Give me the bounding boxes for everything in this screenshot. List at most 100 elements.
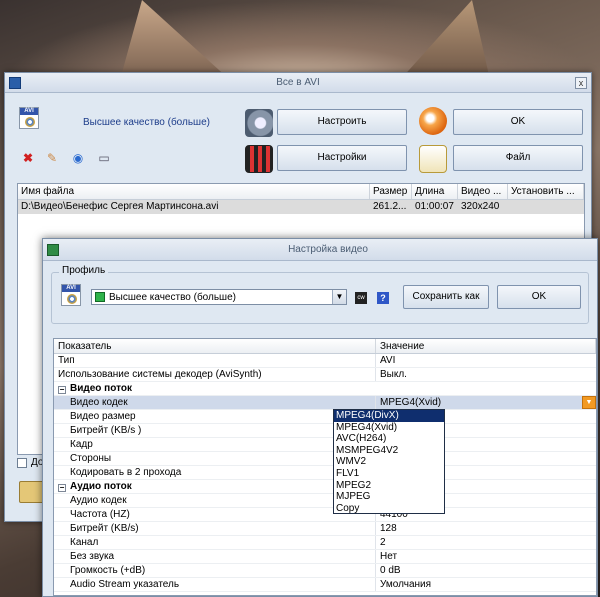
grid-row-key-text: Аудио кодек xyxy=(70,495,127,506)
add-file-icon[interactable] xyxy=(419,145,447,173)
bottom-checkbox[interactable] xyxy=(17,458,27,468)
grid-row-key-text: Видео размер xyxy=(70,411,136,422)
grid-row[interactable]: Громкость (+dB) 0 dB xyxy=(54,564,596,578)
grid-row-key: Audio Stream указатель xyxy=(54,578,376,591)
dialog-title: Настройка видео xyxy=(288,244,368,255)
grid-row[interactable]: Кадр xyxy=(54,438,596,452)
clear-icon[interactable]: ✎ xyxy=(45,151,59,165)
grid-row-value[interactable]: MPEG4(Xvid) xyxy=(376,396,596,409)
column-header-set[interactable]: Установить ... xyxy=(508,184,584,199)
grid-row-key: Громкость (+dB) xyxy=(54,564,376,577)
grid-row[interactable]: Канал 2 xyxy=(54,536,596,550)
main-titlebar[interactable]: Все в AVI x xyxy=(5,73,591,93)
delete-icon[interactable]: ✖ xyxy=(21,151,35,165)
file-row[interactable]: D:\Видео\Бенефис Сергея Мартинсона.avi 2… xyxy=(18,200,584,214)
file-set-cell xyxy=(508,200,584,214)
column-header-filename[interactable]: Имя файла xyxy=(18,184,370,199)
properties-grid[interactable]: Показатель Значение Тип AVI Использование … xyxy=(53,338,597,596)
column-header-length[interactable]: Длина xyxy=(412,184,458,199)
grid-row-value: 2 xyxy=(380,537,386,548)
file-name-cell: D:\Видео\Бенефис Сергея Мартинсона.avi xyxy=(21,201,219,212)
profile-select-value: Высшее качество (больше) xyxy=(109,291,236,303)
codec-dropdown-arrow-icon[interactable]: ▼ xyxy=(582,396,596,409)
grid-row-key-text: Частота (HZ) xyxy=(70,509,130,520)
column-header-video[interactable]: Видео ... xyxy=(458,184,508,199)
grid-row[interactable]: Видео кодек MPEG4(Xvid) ▼ xyxy=(54,396,596,410)
codec-option[interactable]: Copy xyxy=(334,503,444,515)
convert-play-icon[interactable] xyxy=(419,107,447,135)
help-icon[interactable]: ? xyxy=(377,292,389,304)
grid-row-key-text: Без звука xyxy=(70,551,115,562)
grid-row[interactable]: Битрейт (KB/s ) xyxy=(54,424,596,438)
grid-row-key: Стороны xyxy=(54,452,376,465)
grid-row-key-text: Канал xyxy=(70,537,99,548)
grid-row-value: 0 dB xyxy=(380,565,401,576)
codec-option[interactable]: FLV1 xyxy=(334,468,444,480)
grid-row[interactable]: Кодировать в 2 прохода xyxy=(54,466,596,480)
grid-row[interactable]: Видео размер xyxy=(54,410,596,424)
grid-row[interactable]: Стороны xyxy=(54,452,596,466)
video-settings-dialog: Настройка видео Профиль Высшее качество … xyxy=(42,238,598,597)
grid-row-key: Битрейт (KB/s) xyxy=(54,522,376,535)
profile-select[interactable]: Высшее качество (больше) ▼ xyxy=(91,289,347,305)
column-header-size[interactable]: Размер xyxy=(370,184,412,199)
grid-row[interactable]: Audio Stream указатель Умолчания xyxy=(54,578,596,592)
ok-button[interactable]: OK xyxy=(453,109,583,135)
grid-row-key: Канал xyxy=(54,536,376,549)
grid-row-key-text: Audio Stream указатель xyxy=(70,579,180,590)
camera-icon[interactable] xyxy=(245,109,273,137)
close-icon[interactable]: x xyxy=(575,76,587,89)
save-as-button[interactable]: Сохранить как xyxy=(403,285,489,309)
grid-row-key: Частота (HZ) xyxy=(54,508,376,521)
grid-row[interactable]: Без звука Нет xyxy=(54,550,596,564)
grid-row[interactable]: Частота (HZ) 44100 xyxy=(54,508,596,522)
collapse-icon[interactable]: − xyxy=(58,484,66,492)
grid-row-key-text: Кодировать в 2 прохода xyxy=(70,467,182,478)
grid-row-key: Видео размер xyxy=(54,410,376,423)
grid-row-key: Использование системы декодер (AviSynth) xyxy=(54,368,376,381)
grid-section-row[interactable]: − Аудио поток xyxy=(54,480,596,494)
grid-row-key-text: Аудио поток xyxy=(70,481,132,492)
refresh-icon[interactable]: ◉ xyxy=(71,151,85,165)
video-codec-dropdown-list[interactable]: MPEG4(DivX) MPEG4(Xvid) AVC(H264) MSMPEG4V2… xyxy=(333,409,445,514)
dialog-titlebar[interactable]: Настройка видео xyxy=(43,239,597,261)
grid-row[interactable]: Битрейт (KB/s) 128 xyxy=(54,522,596,536)
codec-option[interactable]: MPEG2 xyxy=(334,480,444,492)
settings-button[interactable]: Настройки xyxy=(277,145,407,171)
grid-row[interactable]: Аудио кодек xyxy=(54,494,596,508)
codec-option[interactable]: MJPEG xyxy=(334,491,444,503)
configure-button[interactable]: Настроить xyxy=(277,109,407,135)
grid-row-value: Выкл. xyxy=(380,369,407,380)
codec-option[interactable]: AVC(H264) xyxy=(334,433,444,445)
grid-row-key: Аудио кодек xyxy=(54,494,376,507)
avi-profile-icon xyxy=(19,107,39,129)
grid-row-key: − Аудио поток xyxy=(54,480,376,493)
chevron-down-icon[interactable]: ▼ xyxy=(332,290,346,304)
grid-row-key-text: Стороны xyxy=(70,453,112,464)
grid-row-value: AVI xyxy=(380,355,396,366)
grid-row-key: Кадр xyxy=(54,438,376,451)
dialog-app-icon xyxy=(47,243,59,256)
grid-section-row[interactable]: − Видео поток xyxy=(54,382,596,396)
grid-header-parameter[interactable]: Показатель xyxy=(54,339,376,353)
grid-header-value[interactable]: Значение xyxy=(376,339,596,353)
properties-icon[interactable]: ▭ xyxy=(97,151,111,165)
grid-body: Тип AVI Использование системы декодер (Avi… xyxy=(54,354,596,592)
collapse-icon[interactable]: − xyxy=(58,386,66,394)
codec-option[interactable]: WMV2 xyxy=(334,456,444,468)
grid-row[interactable]: Использование системы декодер (AviSynth)… xyxy=(54,368,596,382)
file-button[interactable]: Файл xyxy=(453,145,583,171)
codec-option[interactable]: MPEG4(DivX) xyxy=(334,410,444,422)
profile-color-icon xyxy=(95,292,105,302)
grid-row-key-text: Видео поток xyxy=(70,383,132,394)
codec-option[interactable]: MPEG4(Xvid) xyxy=(334,422,444,434)
file-video-cell: 320x240 xyxy=(461,201,500,212)
grid-row-value: Нет xyxy=(380,551,398,562)
film-cut-icon[interactable] xyxy=(245,145,273,173)
grid-row[interactable]: Тип AVI xyxy=(54,354,596,368)
dialog-ok-button[interactable]: OK xyxy=(497,285,581,309)
settings-mini-icon[interactable]: cw xyxy=(355,292,367,304)
grid-row-key-text: Битрейт (KB/s ) xyxy=(70,425,142,436)
grid-row-key-text: Видео кодек xyxy=(70,397,128,408)
codec-option[interactable]: MSMPEG4V2 xyxy=(334,445,444,457)
